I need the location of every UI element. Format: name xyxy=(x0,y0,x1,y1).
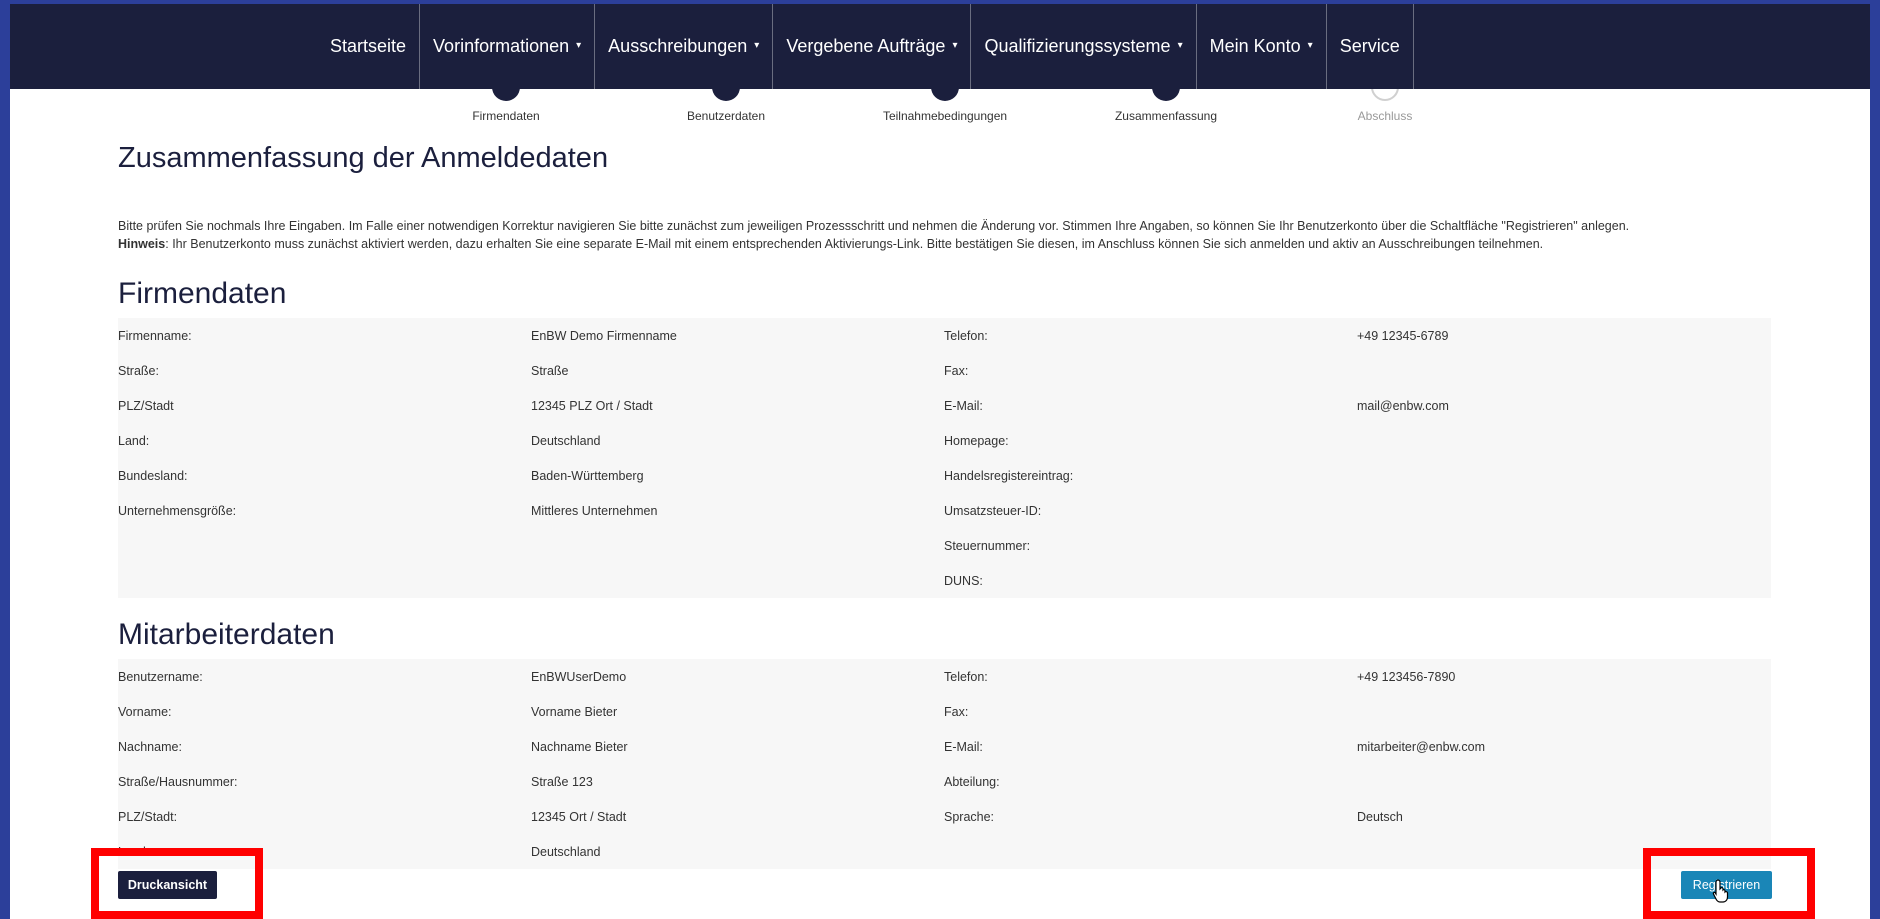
data-row: Vorname: Vorname Bieter Fax: xyxy=(118,704,969,719)
data-row: PLZ/Stadt: 12345 Ort / Stadt Sprache: Deuts… xyxy=(118,809,1403,824)
data-row: DUNS: xyxy=(944,573,983,588)
mitarbeiterdaten-table: Benutzername: EnBWUserDemo Telefon: +49 123… xyxy=(118,659,1771,869)
nav-item-vergebene-auftraege[interactable]: Vergebene Aufträge ▾ xyxy=(772,4,970,89)
section-title-firmendaten: Firmendaten xyxy=(118,277,287,310)
nav-item-startseite[interactable]: Startseite xyxy=(317,4,419,89)
hint-label: Hinweis xyxy=(118,237,166,251)
nav-item-qualifizierungssysteme[interactable]: Qualifizierungssysteme ▾ xyxy=(970,4,1195,89)
nav-menu: Startseite Vorinformationen ▾ Ausschreibu… xyxy=(317,4,1414,89)
hint-line: Hinweis: Ihr Benutzerkonto muss zunächst… xyxy=(118,235,1758,253)
data-row: Land: Deutschland Homepage: xyxy=(118,433,1009,448)
section-title-mitarbeiterdaten: Mitarbeiterdaten xyxy=(118,618,335,651)
step-benutzerdaten: Benutzerdaten xyxy=(626,73,826,123)
hand-cursor-icon xyxy=(1712,879,1729,903)
step-abschluss: Abschluss xyxy=(1285,73,1485,123)
caret-down-icon: ▾ xyxy=(952,40,958,51)
caret-down-icon: ▾ xyxy=(1307,40,1313,51)
caret-down-icon: ▾ xyxy=(576,40,582,51)
data-row: Firmenname: EnBW Demo Firmenname Telefon: +… xyxy=(118,328,1449,343)
data-row: PLZ/Stadt 12345 PLZ Ort / Stadt E-Mail: mai… xyxy=(118,398,1449,413)
nav-item-ausschreibungen[interactable]: Ausschreibungen ▾ xyxy=(594,4,772,89)
caret-down-icon: ▾ xyxy=(1177,40,1183,51)
caret-down-icon: ▾ xyxy=(754,40,760,51)
data-row: Unternehmensgröße: Mittleres Unternehmen U… xyxy=(118,503,1042,518)
nav-item-mein-konto[interactable]: Mein Konto ▾ xyxy=(1195,4,1326,89)
info-line: Bitte prüfen Sie nochmals Ihre Eingaben.… xyxy=(118,219,1630,233)
data-row: Straße/Hausnummer: Straße 123 Abteilung: xyxy=(118,774,1000,789)
data-row: Bundesland: Baden-Württemberg Handelsregis… xyxy=(118,468,1074,483)
info-text: Bitte prüfen Sie nochmals Ihre Eingaben.… xyxy=(118,217,1758,253)
data-row: Steuernummer: xyxy=(944,538,1031,553)
nav-item-service[interactable]: Service xyxy=(1325,4,1414,89)
progress-steps: Firmendaten Benutzerdaten Teilnahmebedin… xyxy=(10,73,1870,129)
page-title: Zusammenfassung der Anmeldedaten xyxy=(118,142,609,174)
page-frame: Startseite Vorinformationen ▾ Ausschreibu… xyxy=(10,4,1870,919)
data-row: Nachname: Nachname Bieter E-Mail: mitarbeit… xyxy=(118,739,1486,754)
highlight-box-print xyxy=(91,848,263,919)
data-row: Benutzername: EnBWUserDemo Telefon: +49 123… xyxy=(118,669,1456,684)
data-row: Straße: Straße Fax: xyxy=(118,363,969,378)
nav-item-vorinformationen[interactable]: Vorinformationen ▾ xyxy=(419,4,594,89)
hint-text: : Ihr Benutzerkonto muss zunächst aktivi… xyxy=(165,237,1544,251)
data-row: Land: Deutschland xyxy=(118,844,601,859)
step-firmendaten: Firmendaten xyxy=(406,73,606,123)
step-zusammenfassung: Zusammenfassung xyxy=(1066,73,1266,123)
step-teilnahmebedingungen: Teilnahmebedingungen xyxy=(845,73,1045,123)
top-navbar: Startseite Vorinformationen ▾ Ausschreibu… xyxy=(10,4,1870,89)
firmendaten-table: Firmenname: EnBW Demo Firmenname Telefon: +… xyxy=(118,318,1771,598)
